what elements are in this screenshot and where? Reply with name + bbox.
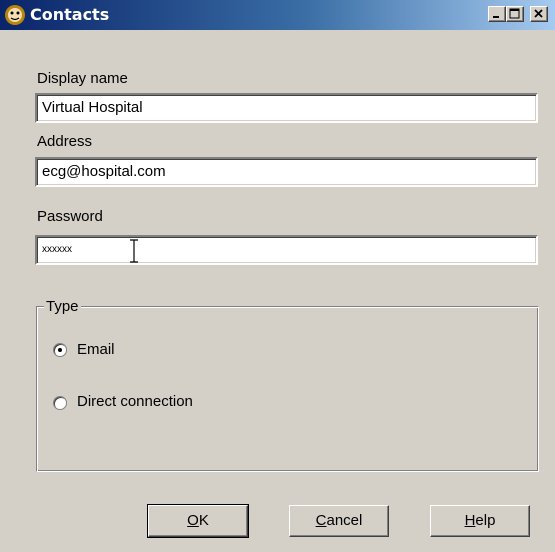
ok-button[interactable]: OK: [147, 504, 249, 538]
address-label: Address: [37, 133, 93, 150]
password-value: xxxxxx: [42, 244, 72, 256]
display-name-field[interactable]: Virtual Hospital: [35, 93, 538, 123]
minimize-icon: [493, 16, 499, 18]
radio-direct-connection-label[interactable]: Direct connection: [77, 393, 193, 410]
help-button[interactable]: Help: [430, 505, 530, 537]
minimize-button[interactable]: [488, 6, 506, 22]
display-name-value: Virtual Hospital: [42, 99, 143, 116]
radio-email-label[interactable]: Email: [77, 341, 115, 358]
window-title: Contacts: [30, 5, 110, 24]
title-bar[interactable]: Contacts: [0, 0, 555, 30]
close-button[interactable]: [530, 6, 548, 22]
close-icon: [534, 9, 543, 18]
cancel-button[interactable]: Cancel: [289, 505, 389, 537]
maximize-icon: [509, 8, 520, 19]
contacts-dialog: Contacts Display name Virtual Hospital A…: [0, 0, 555, 552]
maximize-button[interactable]: [506, 6, 524, 22]
radio-selected-dot: [58, 348, 62, 352]
address-value: ecg@hospital.com: [42, 163, 166, 180]
type-groupbox: [36, 306, 539, 472]
address-field[interactable]: ecg@hospital.com: [35, 157, 538, 187]
radio-email[interactable]: [53, 343, 67, 357]
password-label: Password: [37, 208, 103, 225]
display-name-label: Display name: [37, 70, 128, 87]
contacts-app-icon: [5, 5, 25, 25]
type-group-legend: Type: [44, 298, 81, 315]
radio-direct-connection[interactable]: [53, 396, 67, 410]
password-field[interactable]: xxxxxx: [35, 235, 538, 265]
text-cursor-icon: [130, 239, 138, 263]
